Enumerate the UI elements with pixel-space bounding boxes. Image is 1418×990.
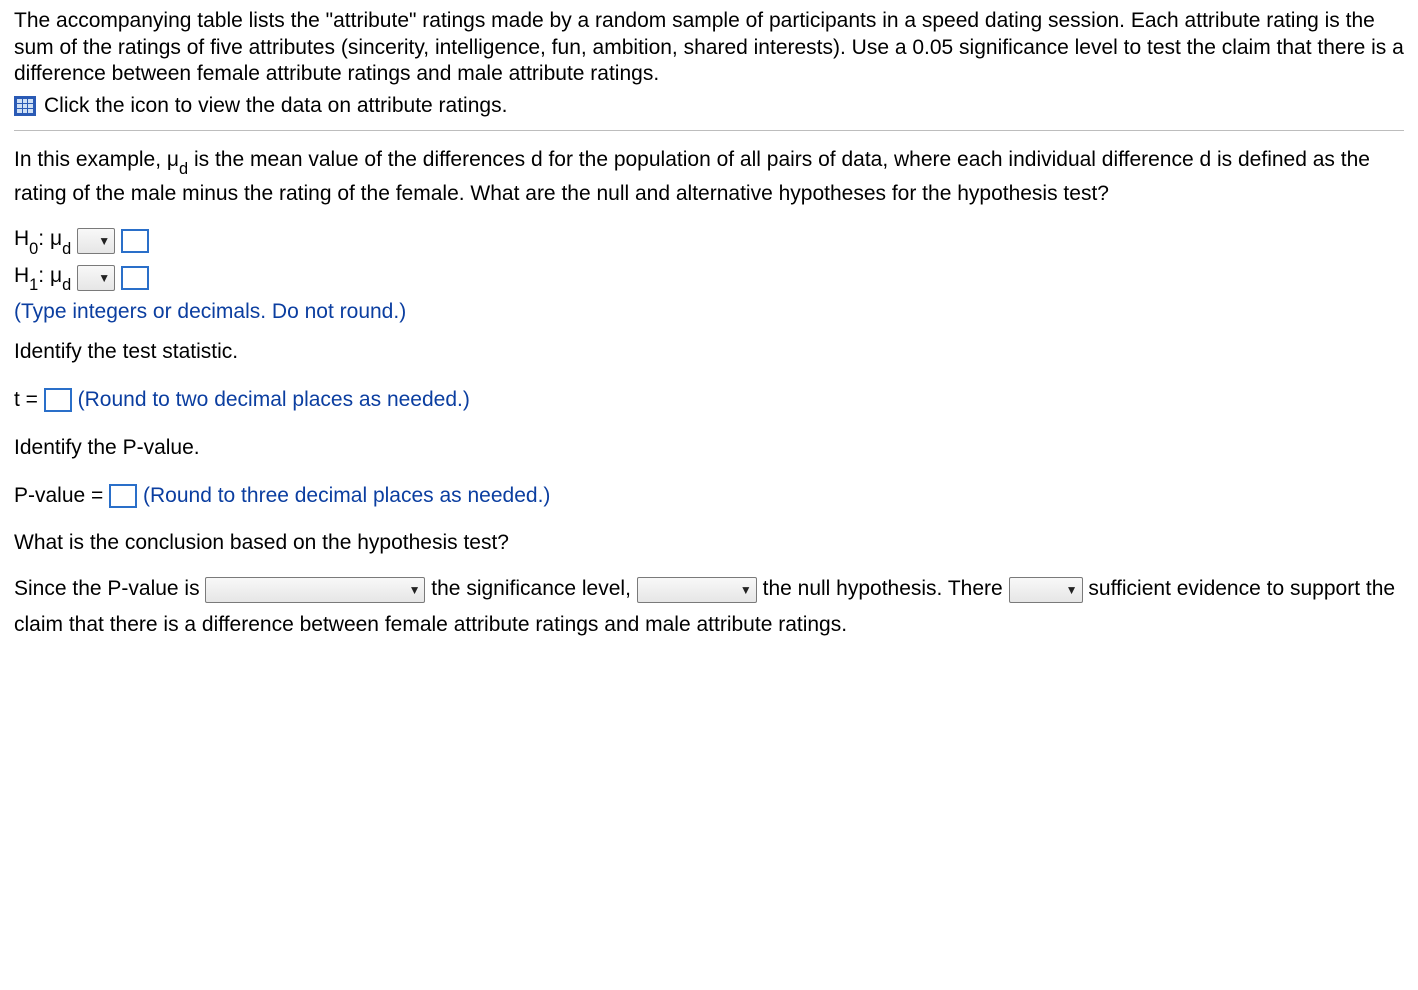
- conclusion-sentence: Since the P-value is ▼ the significance …: [14, 571, 1404, 642]
- context-paragraph: In this example, μd is the mean value of…: [14, 145, 1404, 209]
- h0-operator-select[interactable]: ▼: [77, 228, 115, 254]
- h1-label: H1: μd: [14, 264, 71, 292]
- h0-mu-sub: d: [62, 240, 71, 258]
- h0-H: H: [14, 227, 29, 250]
- t-label: t =: [14, 388, 38, 411]
- h1-colon-mu: : μ: [38, 264, 62, 287]
- divider: [14, 130, 1404, 131]
- chevron-down-icon: ▼: [740, 580, 752, 600]
- intro-text: The accompanying table lists the "attrib…: [14, 8, 1404, 88]
- data-icon-row: Click the icon to view the data on attri…: [14, 94, 1404, 118]
- chevron-down-icon: ▼: [98, 234, 110, 248]
- h1-sub: 1: [29, 276, 38, 294]
- h0-sub: 0: [29, 240, 38, 258]
- chevron-down-icon: ▼: [98, 271, 110, 285]
- pvalue-line: P-value = (Round to three decimal places…: [14, 476, 1404, 516]
- context-pre: In this example,: [14, 148, 167, 171]
- t-hint: (Round to two decimal places as needed.): [78, 388, 470, 411]
- pvalue-label: P-value =: [14, 484, 103, 507]
- h1-H: H: [14, 264, 29, 287]
- h0-label: H0: μd: [14, 227, 71, 255]
- conclusion-seg2: the significance level,: [431, 577, 631, 600]
- mu-subscript: d: [179, 160, 188, 178]
- conclusion-prompt: What is the conclusion based on the hypo…: [14, 531, 1404, 555]
- hypothesis-hint: (Type integers or decimals. Do not round…: [14, 300, 1404, 324]
- h0-colon-mu: : μ: [38, 227, 62, 250]
- pvalue-input[interactable]: [109, 484, 137, 508]
- conclusion-seg3: the null hypothesis. There: [763, 577, 1003, 600]
- question-container: The accompanying table lists the "attrib…: [0, 0, 1418, 663]
- pvalue-hint: (Round to three decimal places as needed…: [143, 484, 550, 507]
- alt-hypothesis-line: H1: μd ▼: [14, 264, 1404, 292]
- h1-operator-select[interactable]: ▼: [77, 265, 115, 291]
- null-hypothesis-line: H0: μd ▼: [14, 227, 1404, 255]
- test-stat-prompt: Identify the test statistic.: [14, 340, 1404, 364]
- h1-value-input[interactable]: [121, 266, 149, 290]
- pvalue-compare-select[interactable]: ▼: [205, 577, 425, 603]
- t-value-input[interactable]: [44, 388, 72, 412]
- h1-mu-sub: d: [62, 276, 71, 294]
- icon-instruction-text: Click the icon to view the data on attri…: [44, 94, 507, 118]
- context-post: is the mean value of the differences d f…: [14, 148, 1370, 205]
- test-stat-line: t = (Round to two decimal places as need…: [14, 380, 1404, 420]
- reject-select[interactable]: ▼: [637, 577, 757, 603]
- h0-value-input[interactable]: [121, 229, 149, 253]
- mu-symbol: μ: [167, 148, 179, 171]
- chevron-down-icon: ▼: [1066, 580, 1078, 600]
- conclusion-seg1: Since the P-value is: [14, 577, 200, 600]
- pvalue-prompt: Identify the P-value.: [14, 436, 1404, 460]
- table-icon[interactable]: [14, 96, 36, 116]
- chevron-down-icon: ▼: [409, 580, 421, 600]
- sufficient-select[interactable]: ▼: [1009, 577, 1083, 603]
